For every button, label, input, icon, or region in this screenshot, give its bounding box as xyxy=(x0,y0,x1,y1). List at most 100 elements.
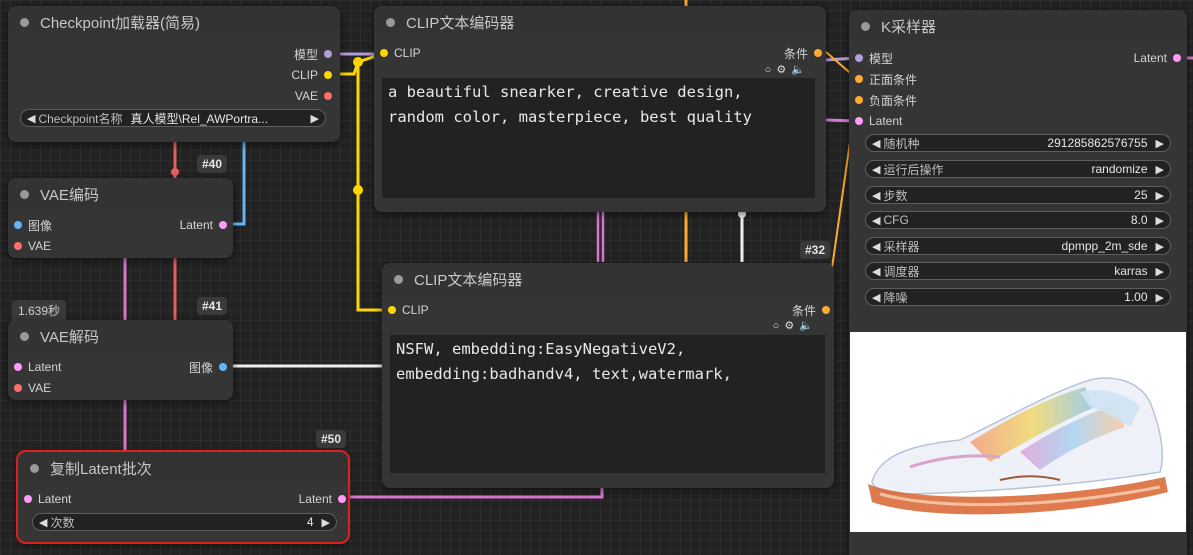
model-pin-icon[interactable] xyxy=(855,54,863,62)
collapse-dot-icon[interactable] xyxy=(394,274,403,284)
latent-pin-icon[interactable] xyxy=(24,495,32,503)
clip-pin-icon[interactable] xyxy=(324,71,332,79)
node-title-bar[interactable]: VAE编码 xyxy=(8,178,233,210)
preview-image[interactable] xyxy=(850,332,1186,532)
collapse-dot-icon[interactable] xyxy=(20,331,29,341)
right-arrow-icon[interactable]: ▶ xyxy=(1156,240,1164,253)
speaker-icon[interactable]: 🔈 xyxy=(799,320,814,332)
node-title-bar[interactable]: K采样器 xyxy=(849,10,1187,42)
input-vae[interactable]: VAE xyxy=(14,380,51,396)
latent-pin-icon[interactable] xyxy=(219,221,227,229)
prompt-textarea[interactable]: a beautiful snearker, creative design, r… xyxy=(382,78,815,198)
input-image[interactable]: 图像 xyxy=(14,217,52,233)
input-negative[interactable]: 负面条件 xyxy=(855,92,917,108)
left-arrow-icon[interactable]: ◀ xyxy=(872,189,880,202)
conditioning-pin-icon[interactable] xyxy=(814,49,822,57)
speaker-icon[interactable]: 🔈 xyxy=(791,64,806,76)
output-vae[interactable]: VAE xyxy=(295,88,332,104)
left-arrow-icon[interactable]: ◀ xyxy=(872,137,880,150)
clip-text-encode-positive-node[interactable]: CLIP文本编码器 CLIP 条件 ○ ⚙ 🔈 a beautiful snea… xyxy=(374,6,826,212)
left-arrow-icon[interactable]: ◀ xyxy=(872,163,880,176)
gear-icon[interactable]: ⚙ xyxy=(784,320,795,332)
sampler-combo[interactable]: ◀ 采样器 dpmpp_2m_sde ▶ xyxy=(865,237,1171,255)
clip-pin-icon[interactable] xyxy=(388,306,396,314)
prompt-textarea[interactable]: NSFW, embedding:EasyNegativeV2, embeddin… xyxy=(390,335,825,473)
input-model[interactable]: 模型 xyxy=(855,50,893,66)
denoise-stepper[interactable]: ◀ 降噪 1.00 ▶ xyxy=(865,288,1171,306)
vae-decode-node[interactable]: VAE解码 Latent VAE 图像 xyxy=(8,320,233,400)
latent-pin-icon[interactable] xyxy=(1173,54,1181,62)
decrement-arrow-icon[interactable]: ◀ xyxy=(39,516,47,529)
latent-pin-icon[interactable] xyxy=(338,495,346,503)
output-latent[interactable]: Latent xyxy=(1134,50,1181,66)
input-vae[interactable]: VAE xyxy=(14,238,51,254)
node-title-bar[interactable]: CLIP文本编码器 xyxy=(382,263,834,295)
steps-stepper[interactable]: ◀ 步数 25 ▶ xyxy=(865,186,1171,204)
input-latent[interactable]: Latent xyxy=(14,359,61,375)
right-arrow-icon[interactable]: ▶ xyxy=(311,112,319,125)
output-conditioning[interactable]: 条件 xyxy=(784,45,822,61)
image-pin-icon[interactable] xyxy=(219,363,227,371)
count-label: 次数 xyxy=(50,515,75,530)
input-positive[interactable]: 正面条件 xyxy=(855,71,917,87)
output-clip[interactable]: CLIP xyxy=(291,67,332,83)
collapse-dot-icon[interactable] xyxy=(20,17,29,27)
input-latent[interactable]: Latent xyxy=(24,491,71,507)
node-title-bar[interactable]: VAE解码 xyxy=(8,320,233,352)
gear-icon[interactable]: ⚙ xyxy=(776,64,787,76)
collapse-dot-icon[interactable] xyxy=(20,189,29,199)
right-arrow-icon[interactable]: ▶ xyxy=(1156,265,1164,278)
checkpoint-name-combo[interactable]: ◀ Checkpoint名称 真人模型\Rel_AWPortra... ▶ xyxy=(20,109,326,127)
node-title-bar[interactable]: CLIP文本编码器 xyxy=(374,6,826,38)
repeat-latent-batch-node[interactable]: 复制Latent批次 Latent Latent ◀ 次数 4 ▶ xyxy=(16,450,350,544)
right-arrow-icon[interactable]: ▶ xyxy=(1156,189,1164,202)
vae-pin-icon[interactable] xyxy=(14,242,22,250)
latent-pin-icon[interactable] xyxy=(14,363,22,371)
batch-count-stepper[interactable]: ◀ 次数 4 ▶ xyxy=(32,513,337,531)
seed-stepper[interactable]: ◀ 随机种 291285862576755 ▶ xyxy=(865,134,1171,152)
output-image[interactable]: 图像 xyxy=(189,359,227,375)
output-latent[interactable]: Latent xyxy=(299,491,346,507)
left-arrow-icon[interactable]: ◀ xyxy=(872,214,880,227)
collapse-dot-icon[interactable] xyxy=(30,463,39,473)
conditioning-pin-icon[interactable] xyxy=(855,96,863,104)
clip-text-encode-negative-node[interactable]: CLIP文本编码器 CLIP 条件 ○ ⚙ 🔈 NSFW, embedding:… xyxy=(382,263,834,488)
node-title-bar[interactable]: Checkpoint加载器(简易) xyxy=(8,6,340,38)
right-arrow-icon[interactable]: ▶ xyxy=(1156,163,1164,176)
control-after-generate-combo[interactable]: ◀ 运行后操作 randomize ▶ xyxy=(865,160,1171,178)
input-clip[interactable]: CLIP xyxy=(388,302,429,318)
right-arrow-icon[interactable]: ▶ xyxy=(1156,214,1164,227)
latent-pin-icon[interactable] xyxy=(855,117,863,125)
conditioning-pin-icon[interactable] xyxy=(822,306,830,314)
circle-icon[interactable]: ○ xyxy=(773,320,781,332)
model-pin-icon[interactable] xyxy=(324,50,332,58)
node-title-bar[interactable]: 复制Latent批次 xyxy=(18,452,348,484)
widget-icons[interactable]: ○ ⚙ 🔈 xyxy=(773,319,814,332)
cfg-stepper[interactable]: ◀ CFG 8.0 ▶ xyxy=(865,211,1171,229)
image-pin-icon[interactable] xyxy=(14,221,22,229)
collapse-dot-icon[interactable] xyxy=(861,21,870,31)
output-conditioning[interactable]: 条件 xyxy=(792,302,830,318)
input-clip[interactable]: CLIP xyxy=(380,45,421,61)
left-arrow-icon[interactable]: ◀ xyxy=(27,112,35,125)
output-model[interactable]: 模型 xyxy=(294,46,332,62)
left-arrow-icon[interactable]: ◀ xyxy=(872,291,880,304)
conditioning-pin-icon[interactable] xyxy=(855,75,863,83)
widget-icons[interactable]: ○ ⚙ 🔈 xyxy=(765,63,806,76)
increment-arrow-icon[interactable]: ▶ xyxy=(322,516,330,529)
circle-icon[interactable]: ○ xyxy=(765,64,773,76)
vae-pin-icon[interactable] xyxy=(14,384,22,392)
right-arrow-icon[interactable]: ▶ xyxy=(1156,137,1164,150)
right-arrow-icon[interactable]: ▶ xyxy=(1156,291,1164,304)
input-latent[interactable]: Latent xyxy=(855,113,902,129)
left-arrow-icon[interactable]: ◀ xyxy=(872,265,880,278)
collapse-dot-icon[interactable] xyxy=(386,17,395,27)
output-latent[interactable]: Latent xyxy=(180,217,227,233)
clip-pin-icon[interactable] xyxy=(380,49,388,57)
scheduler-combo[interactable]: ◀ 调度器 karras ▶ xyxy=(865,262,1171,280)
vae-pin-icon[interactable] xyxy=(324,92,332,100)
ksampler-node[interactable]: K采样器 模型 正面条件 负面条件 Latent Latent ◀ 随机种 29… xyxy=(849,10,1187,555)
left-arrow-icon[interactable]: ◀ xyxy=(872,240,880,253)
vae-encode-node[interactable]: VAE编码 图像 VAE Latent xyxy=(8,178,233,258)
checkpoint-loader-node[interactable]: Checkpoint加载器(简易) 模型 CLIP VAE ◀ Checkpoi… xyxy=(8,6,340,142)
